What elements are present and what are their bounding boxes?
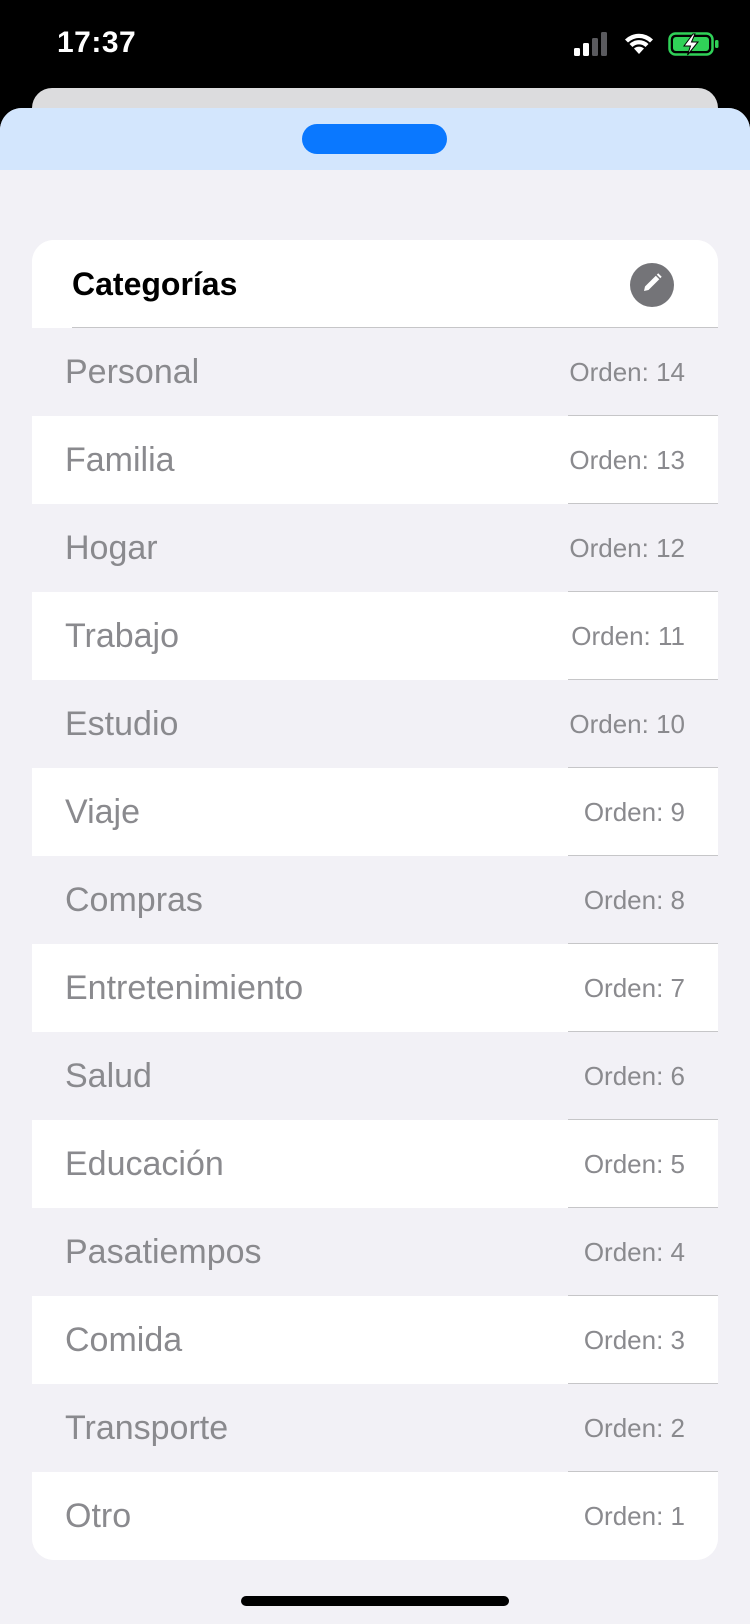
category-label: Pasatiempos — [65, 1233, 262, 1271]
sheet-grabber[interactable] — [302, 124, 447, 154]
category-label: Transporte — [65, 1409, 229, 1447]
category-row[interactable]: Entretenimiento Orden: 7 — [32, 944, 718, 1032]
category-order: Orden: 6 — [583, 1061, 685, 1091]
sheet-header — [0, 108, 750, 170]
home-indicator[interactable] — [241, 1596, 509, 1606]
category-order: Orden: 2 — [583, 1413, 685, 1443]
category-label: Familia — [65, 441, 175, 479]
bottom-sheet: Categorías Personal Orden: 14 Familia Orden… — [0, 108, 750, 1624]
category-row[interactable]: Otro Orden: 1 — [32, 1472, 718, 1560]
category-row[interactable]: Comida Orden: 3 — [32, 1296, 718, 1384]
card-title: Categorías — [72, 266, 238, 302]
edit-button[interactable] — [630, 263, 674, 307]
category-label: Compras — [65, 881, 203, 919]
category-label: Hogar — [65, 529, 158, 567]
category-label: Estudio — [65, 705, 179, 743]
category-row[interactable]: Compras Orden: 8 — [32, 856, 718, 944]
category-label: Entretenimiento — [65, 969, 304, 1007]
category-label: Otro — [65, 1497, 132, 1535]
category-order: Orden: 5 — [583, 1149, 685, 1179]
category-label: Viaje — [65, 793, 140, 831]
category-row[interactable]: Salud Orden: 6 — [32, 1032, 718, 1120]
category-label: Trabajo — [65, 617, 180, 655]
category-row[interactable]: Trabajo Orden: 11 — [32, 592, 718, 680]
category-label: Personal — [65, 353, 200, 391]
card-header: Categorías — [32, 240, 718, 328]
category-order: Orden: 9 — [583, 797, 685, 827]
category-list: Personal Orden: 14 Familia Orden: 13 Hogar Or… — [32, 328, 718, 1560]
category-row[interactable]: Familia Orden: 13 — [32, 416, 718, 504]
category-order: Orden: 7 — [583, 973, 685, 1003]
category-row[interactable]: Transporte Orden: 2 — [32, 1384, 718, 1472]
category-order: Orden: 10 — [569, 709, 685, 739]
category-row[interactable]: Educación Orden: 5 — [32, 1120, 718, 1208]
status-bar: 17:37 — [0, 0, 750, 90]
pencil-icon — [640, 271, 664, 300]
signal-icon — [574, 30, 610, 58]
category-label: Comida — [65, 1321, 183, 1359]
category-order: Orden: 12 — [569, 533, 685, 563]
category-row[interactable]: Viaje Orden: 9 — [32, 768, 718, 856]
category-order: Orden: 11 — [571, 621, 685, 651]
category-order: Orden: 8 — [583, 885, 685, 915]
category-row[interactable]: Pasatiempos Orden: 4 — [32, 1208, 718, 1296]
categories-card: Categorías Personal Orden: 14 Familia Orden… — [32, 240, 718, 1560]
category-label: Educación — [65, 1145, 224, 1183]
category-row[interactable]: Estudio Orden: 10 — [32, 680, 718, 768]
category-order: Orden: 14 — [569, 357, 685, 387]
category-label: Salud — [65, 1057, 152, 1095]
status-time: 17:37 — [57, 26, 137, 59]
battery-charging-icon — [668, 30, 720, 58]
category-order: Orden: 1 — [583, 1501, 685, 1531]
wifi-icon — [623, 30, 655, 58]
category-order: Orden: 13 — [569, 445, 685, 475]
category-order: Orden: 4 — [583, 1237, 685, 1267]
category-order: Orden: 3 — [583, 1325, 685, 1355]
category-row[interactable]: Personal Orden: 14 — [32, 328, 718, 416]
category-row[interactable]: Hogar Orden: 12 — [32, 504, 718, 592]
